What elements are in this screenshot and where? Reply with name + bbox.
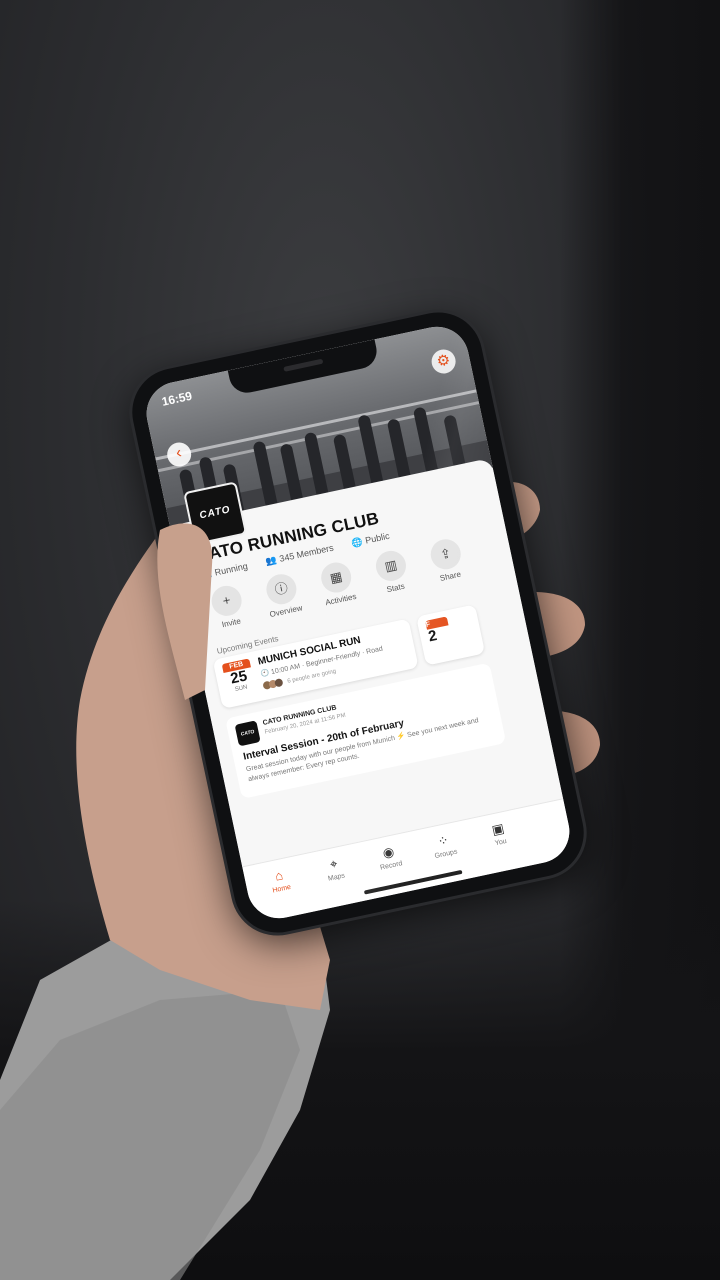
thumb-illustration [157,523,213,700]
thumb [157,523,213,700]
photo-scene: 16:59 ‹ ⚙ CATO CATO RUNNING CLUB 👟Runnin… [0,0,720,1280]
